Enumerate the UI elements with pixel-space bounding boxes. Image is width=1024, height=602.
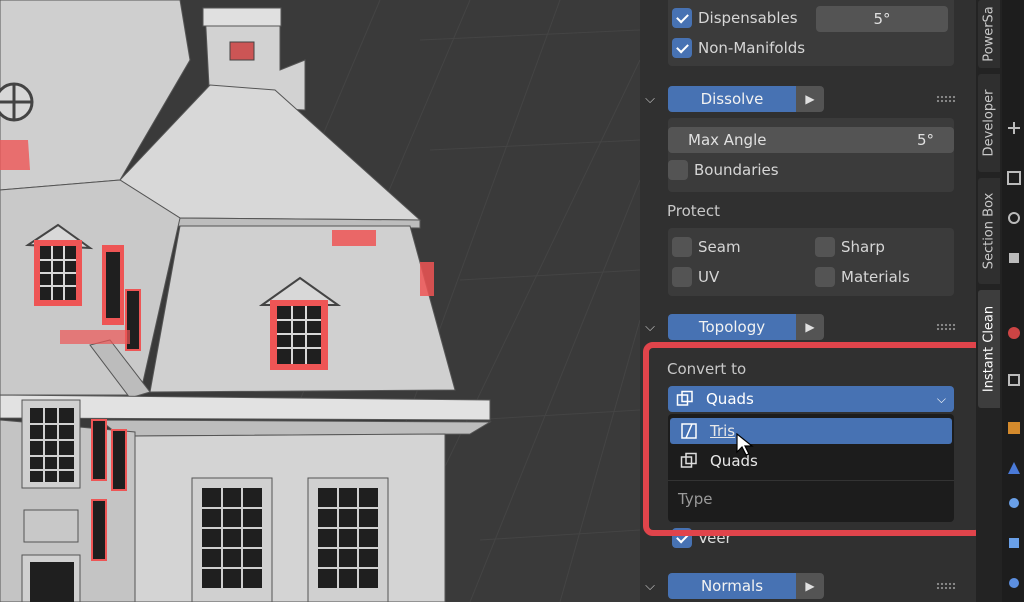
menu-item-tris[interactable]: Tris [670, 418, 952, 444]
tab-section-box-label: Section Box [981, 192, 997, 270]
uv-label: UV [698, 268, 720, 286]
convert-to-selected: Quads [706, 390, 754, 408]
inset-tool-icon[interactable] [1006, 535, 1022, 551]
menu-footer-type: Type [678, 490, 713, 508]
box-tool-icon[interactable] [1006, 170, 1022, 186]
materials-checkbox[interactable] [815, 267, 835, 287]
boundaries-label: Boundaries [694, 161, 779, 179]
max-angle-value: 5° [916, 131, 934, 149]
menu-item-quads[interactable]: Quads [670, 448, 952, 474]
seam-row[interactable]: Seam [672, 237, 741, 257]
hidden-row-checkbox[interactable] [672, 528, 692, 548]
tab-instant-clean[interactable]: Instant Clean [978, 290, 1000, 408]
transform-tool-icon[interactable] [1006, 372, 1022, 388]
dispensables-value-field[interactable]: 5° [816, 6, 948, 32]
chevron-down-icon: ⌵ [936, 391, 946, 406]
convert-to-label: Convert to [667, 360, 747, 378]
bevel-tool-icon[interactable] [1006, 575, 1022, 591]
3d-viewport[interactable] [0, 0, 640, 602]
dissolve-drag-handle[interactable] [936, 95, 956, 103]
annotate-tool-icon[interactable] [1006, 420, 1022, 436]
hidden-row[interactable]: Veer [672, 528, 732, 548]
dispensables-label: Dispensables [698, 9, 798, 27]
building-model [0, 0, 640, 602]
tab-developer[interactable]: Developer [978, 74, 1000, 172]
convert-to-menu: Tris Quads Type [668, 414, 954, 522]
dispensables-row[interactable]: Dispensables [672, 8, 798, 28]
tab-section-box[interactable]: Section Box [978, 178, 1000, 284]
boundaries-row[interactable]: Boundaries [668, 160, 779, 180]
seam-checkbox[interactable] [672, 237, 692, 257]
topology-play-icon[interactable]: ▶ [796, 314, 824, 340]
tab-powersave-label: PowerSa [981, 6, 997, 62]
sharp-checkbox[interactable] [815, 237, 835, 257]
tab-instant-clean-label: Instant Clean [981, 305, 997, 393]
quads-icon [680, 452, 698, 470]
sharp-label: Sharp [841, 238, 885, 256]
convert-to-dropdown[interactable]: Quads ⌵ [668, 386, 954, 412]
max-angle-field[interactable]: Max Angle 5° [668, 127, 954, 153]
normals-play-icon[interactable]: ▶ [796, 573, 824, 599]
menu-divider [668, 480, 954, 481]
dissolve-button[interactable]: Dissolve [668, 86, 796, 112]
tab-powersave[interactable]: PowerSa [978, 0, 1000, 68]
non-manifolds-checkbox[interactable] [672, 38, 692, 58]
dissolve-chevron-icon[interactable]: ⌵ [640, 89, 660, 109]
topology-chevron-icon[interactable]: ⌵ [640, 317, 660, 337]
uv-checkbox[interactable] [672, 267, 692, 287]
extrude-tool-icon[interactable] [1006, 495, 1022, 511]
boundaries-checkbox[interactable] [668, 160, 688, 180]
measure-tool-icon[interactable] [1006, 325, 1022, 341]
normals-button[interactable]: Normals [668, 573, 796, 599]
normals-drag-handle[interactable] [936, 582, 956, 590]
tris-icon [680, 422, 698, 440]
hidden-row-label: Veer [698, 529, 732, 547]
scale-tool-icon[interactable] [1006, 250, 1022, 266]
dispensables-value: 5° [873, 10, 891, 28]
sidebar-tabs: PowerSa Developer Section Box Instant Cl… [976, 0, 1002, 602]
menu-item-tris-label: Tris [710, 422, 736, 440]
dissolve-play-icon[interactable]: ▶ [796, 86, 824, 112]
normals-chevron-icon[interactable]: ⌵ [640, 576, 660, 596]
blender-window: Dispensables 5° Non-Manifolds ⌵ Dissolve… [0, 0, 1024, 602]
dispensables-checkbox[interactable] [672, 8, 692, 28]
tool-strip [1002, 0, 1024, 602]
quads-icon [676, 390, 694, 408]
non-manifolds-row[interactable]: Non-Manifolds [672, 38, 805, 58]
move-tool-icon[interactable] [1006, 120, 1022, 136]
mouse-cursor-icon [736, 433, 754, 456]
materials-label: Materials [841, 268, 910, 286]
topology-drag-handle[interactable] [936, 323, 956, 331]
draw-tool-icon[interactable] [1006, 460, 1022, 476]
materials-row[interactable]: Materials [815, 267, 910, 287]
sidebar-panel: Dispensables 5° Non-Manifolds ⌵ Dissolve… [640, 0, 976, 602]
sharp-row[interactable]: Sharp [815, 237, 885, 257]
rotate-tool-icon[interactable] [1006, 210, 1022, 226]
non-manifolds-label: Non-Manifolds [698, 39, 806, 57]
max-angle-label: Max Angle [688, 131, 767, 149]
tab-developer-label: Developer [981, 89, 997, 157]
uv-row[interactable]: UV [672, 267, 719, 287]
protect-heading: Protect [667, 202, 721, 220]
seam-label: Seam [698, 238, 741, 256]
topology-button[interactable]: Topology [668, 314, 796, 340]
